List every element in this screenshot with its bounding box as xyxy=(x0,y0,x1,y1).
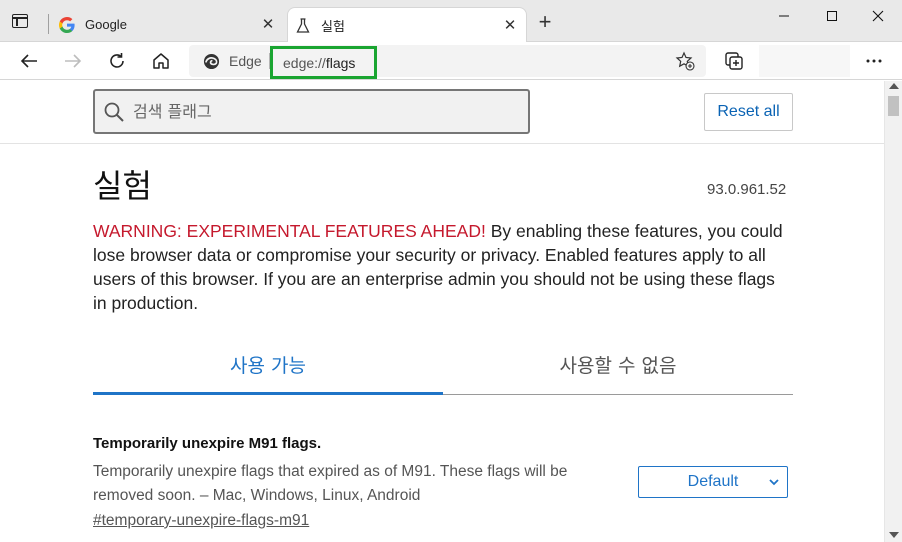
minimize-button[interactable] xyxy=(761,4,807,28)
tab-title: Google xyxy=(85,17,127,32)
more-dots-icon xyxy=(866,59,882,63)
flag-state-select[interactable]: Default xyxy=(638,466,788,498)
flags-tabs: 사용 가능 사용할 수 없음 xyxy=(93,351,793,395)
tab-title: 실험 xyxy=(321,19,345,34)
tab-unavailable[interactable]: 사용할 수 없음 xyxy=(443,351,793,395)
back-button[interactable] xyxy=(15,47,43,75)
warning-message: WARNING: EXPERIMENTAL FEATURES AHEAD! By… xyxy=(93,219,793,315)
close-tab-icon[interactable]: ✕ xyxy=(502,17,518,34)
site-identity-chip[interactable]: Edge xyxy=(203,52,262,70)
tab-actions-icon[interactable] xyxy=(12,14,28,28)
scroll-down-arrow-icon[interactable] xyxy=(889,532,899,538)
profile-area[interactable] xyxy=(759,45,850,77)
refresh-icon xyxy=(110,53,124,68)
select-value: Default xyxy=(687,473,739,490)
address-bar[interactable]: Edge edge://flags xyxy=(189,45,706,79)
flag-link[interactable]: #temporary-unexpire-flags-m91 xyxy=(93,512,309,530)
url-text[interactable]: edge://flags xyxy=(270,46,377,79)
toolbar: Edge edge://flags xyxy=(0,42,902,80)
maximize-button[interactable] xyxy=(809,4,855,28)
collections-icon xyxy=(725,52,743,70)
back-arrow-icon xyxy=(20,54,37,68)
search-box[interactable] xyxy=(93,89,530,134)
add-favorite-button[interactable] xyxy=(675,51,695,71)
flags-page: Reset all 실험 93.0.961.52 WARNING: EXPERI… xyxy=(0,81,884,542)
flag-title: Temporarily unexpire M91 flags. xyxy=(93,435,322,452)
flag-description: Temporarily unexpire flags that expired … xyxy=(93,463,568,504)
scroll-thumb[interactable] xyxy=(888,96,899,116)
title-bar: Google ✕ 실험 ✕ + xyxy=(0,0,902,43)
tab-available[interactable]: 사용 가능 xyxy=(93,351,443,395)
new-tab-button[interactable]: + xyxy=(535,11,555,33)
tab-google[interactable]: Google ✕ xyxy=(52,7,284,42)
collections-button[interactable] xyxy=(722,48,748,74)
page-title: 실험 xyxy=(93,167,152,205)
flask-icon xyxy=(295,17,311,34)
google-icon xyxy=(59,16,75,33)
search-flags-input[interactable] xyxy=(133,102,513,121)
vertical-scrollbar[interactable] xyxy=(884,81,902,542)
home-icon xyxy=(153,53,169,69)
reset-all-button[interactable]: Reset all xyxy=(704,93,793,131)
settings-more-button[interactable] xyxy=(860,47,888,75)
close-window-button[interactable] xyxy=(855,4,901,28)
star-add-icon xyxy=(675,51,695,71)
identity-label: Edge xyxy=(229,53,262,69)
tab-experiments[interactable]: 실험 ✕ xyxy=(287,7,527,43)
refresh-button[interactable] xyxy=(103,47,131,75)
scroll-up-arrow-icon[interactable] xyxy=(889,83,899,89)
chevron-down-icon xyxy=(769,479,779,486)
tab-separator xyxy=(48,14,49,34)
home-button[interactable] xyxy=(147,47,175,75)
flags-header: Reset all xyxy=(0,81,884,144)
forward-button[interactable] xyxy=(59,47,87,75)
edge-logo-icon xyxy=(203,53,220,69)
search-icon xyxy=(104,102,124,122)
warning-label: WARNING: EXPERIMENTAL FEATURES AHEAD! xyxy=(93,221,486,241)
close-tab-icon[interactable]: ✕ xyxy=(260,16,276,33)
url-scheme: edge:// xyxy=(283,54,326,71)
forward-arrow-icon xyxy=(65,54,82,68)
version-number: 93.0.961.52 xyxy=(707,181,787,198)
url-path: flags xyxy=(325,54,356,71)
